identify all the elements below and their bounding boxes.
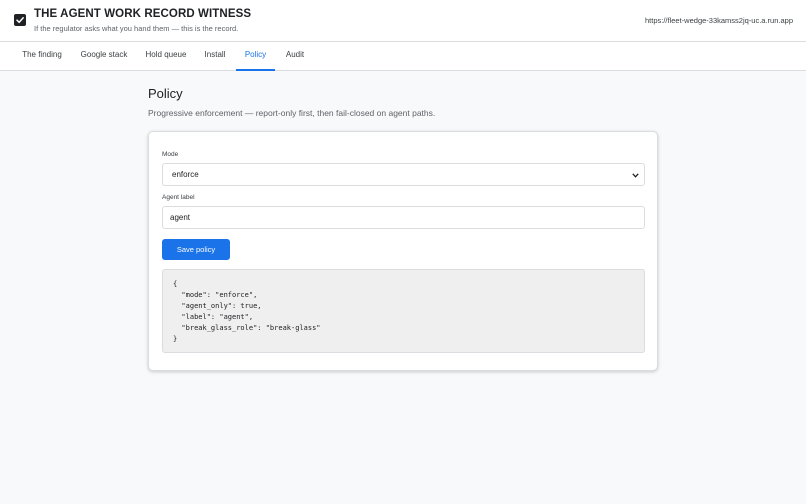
tab-google-stack[interactable]: Google stack — [74, 42, 134, 70]
page-title: Policy — [148, 86, 183, 101]
agent-label-input[interactable] — [162, 206, 645, 229]
page-description: Progressive enforcement — report-only fi… — [148, 108, 436, 118]
tab-hold-queue[interactable]: Hold queue — [138, 42, 194, 70]
mode-select-value: enforce — [172, 170, 199, 179]
app-header: THE AGENT WORK RECORD WITNESS If the reg… — [0, 0, 806, 42]
save-policy-button[interactable]: Save policy — [162, 239, 230, 260]
tab-bar: The finding Google stack Hold queue Inst… — [0, 42, 806, 71]
tab-audit[interactable]: Audit — [280, 42, 310, 70]
tab-policy[interactable]: Policy — [236, 42, 275, 71]
app-subtitle: If the regulator asks what you hand them… — [34, 24, 239, 33]
service-url[interactable]: https://fleet-wedge-33kamss2jq-uc.a.run.… — [645, 16, 793, 25]
tab-install[interactable]: Install — [197, 42, 233, 70]
app-title: THE AGENT WORK RECORD WITNESS — [34, 8, 252, 20]
chevron-down-icon — [632, 173, 639, 178]
policy-card: Mode enforce Agent label Save policy { "… — [148, 131, 658, 371]
checkbox-check-icon — [14, 14, 26, 26]
policy-json-preview: { "mode": "enforce", "agent_only": true,… — [162, 269, 645, 353]
agent-label-label: Agent label — [162, 194, 195, 201]
mode-label: Mode — [162, 151, 179, 158]
tab-the-finding[interactable]: The finding — [14, 42, 70, 70]
mode-select[interactable]: enforce — [162, 163, 645, 186]
